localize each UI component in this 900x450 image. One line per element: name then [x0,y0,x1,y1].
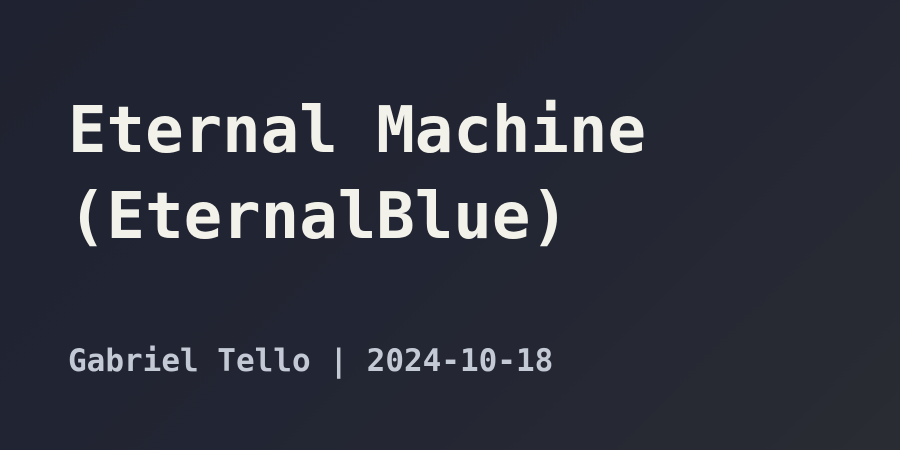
post-title: Eternal Machine (EternalBlue) [68,88,868,260]
post-title-line-1: Eternal Machine [68,94,646,168]
meta-separator: | [329,343,348,379]
post-meta: Gabriel Tello | 2024-10-18 [68,340,553,382]
post-card: Eternal Machine (EternalBlue) Gabriel Te… [0,0,900,450]
post-title-line-2: (EternalBlue) [68,180,569,254]
author-name: Gabriel Tello [68,343,311,379]
post-date: 2024-10-18 [366,343,554,379]
